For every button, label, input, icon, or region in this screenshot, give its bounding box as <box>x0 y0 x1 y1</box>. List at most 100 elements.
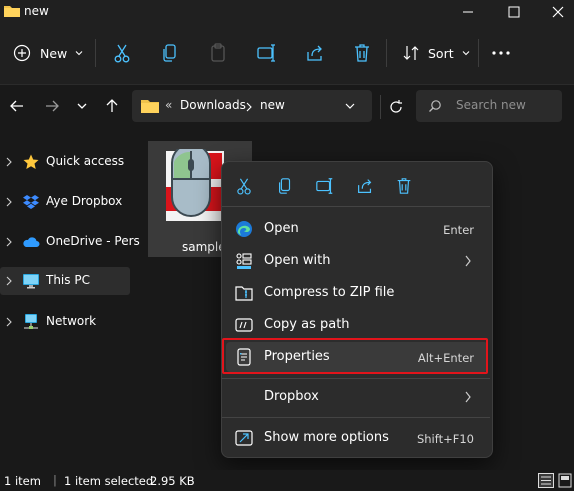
breadcrumb-new[interactable]: new <box>260 98 285 112</box>
recent-locations-chevron-icon[interactable] <box>75 99 89 113</box>
menu-item-open-with[interactable]: Open with <box>226 246 488 276</box>
sidebar-item-label: Aye Dropbox <box>46 194 123 208</box>
breadcrumb-overflow[interactable]: « <box>165 98 172 112</box>
toolbar-divider <box>478 39 479 67</box>
sidebar-item-label: OneDrive - Pers <box>46 234 140 248</box>
refresh-icon[interactable] <box>388 99 404 115</box>
breadcrumb-downloads[interactable]: Downloads <box>180 98 246 112</box>
address-divider <box>380 95 381 119</box>
status-item-count: 1 item <box>4 474 41 488</box>
menu-divider <box>222 206 490 207</box>
maximize-button[interactable] <box>502 2 526 22</box>
search-placeholder: Search new <box>456 98 526 112</box>
chevron-down-icon[interactable] <box>344 101 356 111</box>
navigation-pane: Quick access Aye Dropbox OneDrive - Pers… <box>0 130 140 460</box>
folder-icon <box>4 6 20 17</box>
menu-item-label: Open with <box>264 253 331 268</box>
copy-icon[interactable] <box>160 42 180 64</box>
sidebar-item-label: Quick access <box>46 154 125 168</box>
properties-highlight-box <box>222 338 488 374</box>
share-icon[interactable] <box>304 42 326 64</box>
rename-icon[interactable] <box>256 42 278 64</box>
more-options-icon[interactable] <box>490 46 512 60</box>
cloud-icon <box>23 237 40 247</box>
chevron-right-icon[interactable] <box>5 276 13 286</box>
plus-circle-icon <box>13 44 31 62</box>
menu-item-label: Open <box>264 221 299 236</box>
chevron-right-icon[interactable] <box>5 237 13 247</box>
sort-icon <box>403 46 419 60</box>
new-label: New <box>40 45 68 61</box>
chevron-right-icon <box>246 102 252 112</box>
show-more-options-icon <box>235 430 253 446</box>
sort-button[interactable]: Sort <box>402 40 472 66</box>
menu-item-show-more-options[interactable]: Show more options Shift+F10 <box>226 423 488 453</box>
monitor-icon <box>23 274 39 289</box>
sort-label: Sort <box>428 45 454 61</box>
menu-divider <box>222 417 490 418</box>
file-name: sample <box>182 240 226 254</box>
sidebar-item-quick-access[interactable]: Quick access <box>0 148 130 176</box>
sidebar-item-label: This PC <box>46 273 90 287</box>
menu-item-dropbox[interactable]: Dropbox <box>226 382 488 412</box>
delete-icon[interactable] <box>352 42 372 64</box>
chevron-right-icon[interactable] <box>5 317 13 327</box>
close-button[interactable] <box>546 2 570 22</box>
delete-icon[interactable] <box>395 176 413 196</box>
window-title: new <box>24 4 49 18</box>
menu-item-label: Compress to ZIP file <box>264 285 395 300</box>
command-bar: New Sort <box>0 24 574 85</box>
cut-icon[interactable] <box>112 42 132 64</box>
up-arrow-icon[interactable] <box>103 97 121 115</box>
minimize-button[interactable] <box>456 2 480 22</box>
copy-icon[interactable] <box>276 176 294 196</box>
chevron-right-icon[interactable] <box>5 197 13 207</box>
search-icon <box>429 100 441 112</box>
chevron-right-icon <box>465 255 471 267</box>
zip-icon <box>235 286 253 301</box>
new-button[interactable]: New <box>12 40 85 66</box>
forward-arrow-icon[interactable] <box>43 97 61 115</box>
menu-item-copy-as-path[interactable]: Copy as path <box>226 310 488 340</box>
sidebar-item-this-pc[interactable]: This PC <box>0 267 130 295</box>
paste-icon[interactable] <box>208 42 228 64</box>
menu-divider <box>222 378 490 379</box>
context-menu: Open Enter Open with Compress to ZIP fil… <box>221 161 493 458</box>
rename-icon[interactable] <box>315 176 335 196</box>
chevron-right-icon[interactable] <box>5 157 13 167</box>
sidebar-item-label: Network <box>46 314 97 328</box>
edge-icon <box>236 221 252 237</box>
menu-item-open[interactable]: Open Enter <box>226 214 488 244</box>
search-box[interactable]: Search new <box>416 90 562 122</box>
sidebar-item-aye-dropbox[interactable]: Aye Dropbox <box>0 188 130 216</box>
menu-item-label: Copy as path <box>264 317 350 332</box>
status-size: 2.95 KB <box>150 474 195 488</box>
toolbar-divider <box>386 39 387 67</box>
status-selected-count: 1 item selected <box>64 474 154 488</box>
share-icon[interactable] <box>355 176 375 196</box>
address-bar[interactable]: « Downloads new <box>132 90 372 122</box>
menu-item-label: Dropbox <box>264 389 319 404</box>
file-thumbnail-icon <box>166 149 224 221</box>
copy-path-icon <box>235 318 253 332</box>
menu-item-shortcut: Enter <box>443 223 474 237</box>
title-bar: new <box>0 0 574 24</box>
toolbar-divider <box>95 39 96 67</box>
folder-icon <box>141 100 159 113</box>
network-icon <box>24 314 38 329</box>
sidebar-item-onedrive[interactable]: OneDrive - Pers <box>0 228 140 256</box>
open-with-icon <box>236 253 252 269</box>
menu-item-shortcut: Shift+F10 <box>416 432 474 446</box>
status-divider: | <box>53 473 57 487</box>
chevron-right-icon <box>465 391 471 403</box>
tiles-view-icon[interactable] <box>558 473 572 488</box>
cut-icon[interactable] <box>235 176 253 196</box>
star-icon <box>23 154 39 169</box>
status-bar: 1 item | 1 item selected 2.95 KB <box>0 470 574 491</box>
back-arrow-icon[interactable] <box>8 97 26 115</box>
dropbox-icon <box>23 195 39 209</box>
chevron-down-icon <box>75 51 83 56</box>
sidebar-item-network[interactable]: Network <box>0 308 130 336</box>
menu-item-compress-zip[interactable]: Compress to ZIP file <box>226 278 488 308</box>
details-view-icon[interactable] <box>538 473 554 488</box>
